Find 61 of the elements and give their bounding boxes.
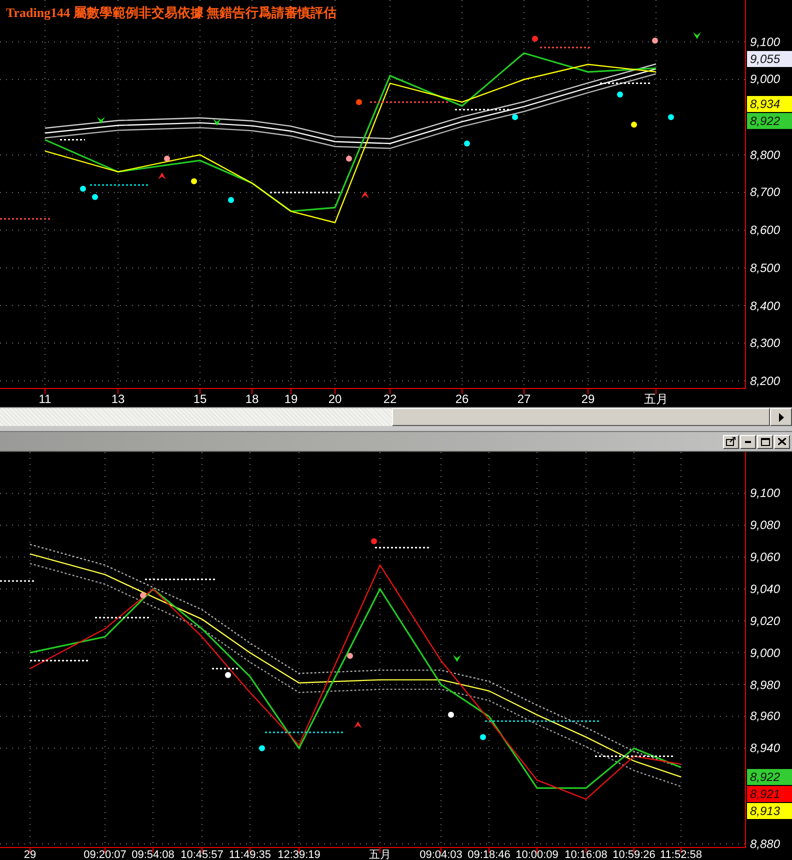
axis-label: 10:45:57 [180, 849, 224, 860]
close-button[interactable] [774, 434, 790, 448]
axis-label: 20 [328, 392, 342, 406]
axis-label: 18 [245, 392, 259, 406]
axis-label: 9,080 [750, 517, 780, 534]
axis-label: 9,000 [750, 644, 780, 661]
axis-label: 09:18:46 [468, 849, 510, 860]
price-tag: 8,922 [747, 768, 792, 785]
price-tag: 8,921 [747, 786, 792, 802]
maximize-icon [760, 438, 770, 446]
popout-icon [726, 437, 736, 446]
axis-label: 11 [38, 392, 52, 406]
axis-label: 10:16:08 [564, 849, 608, 860]
axis-label: 11:49:35 [229, 849, 271, 860]
axis-label: 8,940 [750, 740, 780, 756]
minimize-icon [745, 440, 751, 442]
axis-label: 9,100 [750, 34, 780, 50]
axis-label: 10:59:26 [612, 849, 656, 860]
axis-label: 8,400 [750, 298, 780, 314]
axis-label: 22 [383, 392, 397, 406]
axis-label: 8,500 [750, 260, 780, 276]
right-arrow-icon [778, 412, 784, 422]
price-tag: 8,934 [747, 96, 792, 112]
axis-label: 11:52:58 [660, 849, 702, 860]
scrollbar-thumb[interactable] [392, 408, 770, 426]
axis-label: 8,200 [750, 372, 780, 389]
axis-label: 8,600 [750, 222, 780, 238]
axis-label: 8,700 [750, 184, 780, 200]
scroll-right-button[interactable] [770, 408, 792, 426]
axis-label: 19 [284, 392, 298, 406]
axis-label: 10:00:09 [516, 849, 558, 860]
axis-label: 8,960 [750, 708, 780, 724]
axis-label: 9,100 [750, 485, 780, 502]
axis-label: 29 [24, 849, 36, 860]
axis-label: 09:20:07 [84, 849, 126, 860]
chart-title: Trading144 屬數學範例非交易依據 無錯告行爲請審慎評估 [6, 4, 337, 22]
axis-label: 五月 [644, 392, 668, 406]
axis-label: 9,060 [750, 549, 780, 566]
close-icon [778, 438, 786, 445]
maximize-button[interactable] [757, 434, 773, 448]
axis-label: 09:04:03 [420, 849, 462, 860]
axis-label: 12:39:19 [278, 849, 320, 860]
axis-label: 29 [581, 392, 595, 406]
axis-label: 15 [193, 392, 207, 406]
axis-label: 8,800 [750, 146, 780, 163]
price-tag: 9,055 [747, 50, 792, 67]
axis-label: 五月 [369, 849, 391, 860]
axis-label: 9,040 [750, 580, 780, 597]
axis-label: 8,880 [750, 836, 780, 852]
price-tag: 8,922 [747, 113, 792, 130]
axis-label: 9,000 [750, 71, 780, 88]
axis-label: 26 [455, 392, 469, 406]
axis-label: 8,300 [750, 335, 780, 352]
axis-label: 27 [517, 392, 531, 406]
axis-label: 13 [111, 392, 125, 406]
minimize-button[interactable] [740, 434, 756, 448]
axis-label: 9,020 [750, 612, 780, 629]
price-tag: 8,913 [747, 802, 792, 819]
axis-label: 8,980 [750, 676, 780, 693]
popout-button[interactable] [723, 434, 739, 448]
axis-label: 09:54:08 [132, 849, 174, 860]
